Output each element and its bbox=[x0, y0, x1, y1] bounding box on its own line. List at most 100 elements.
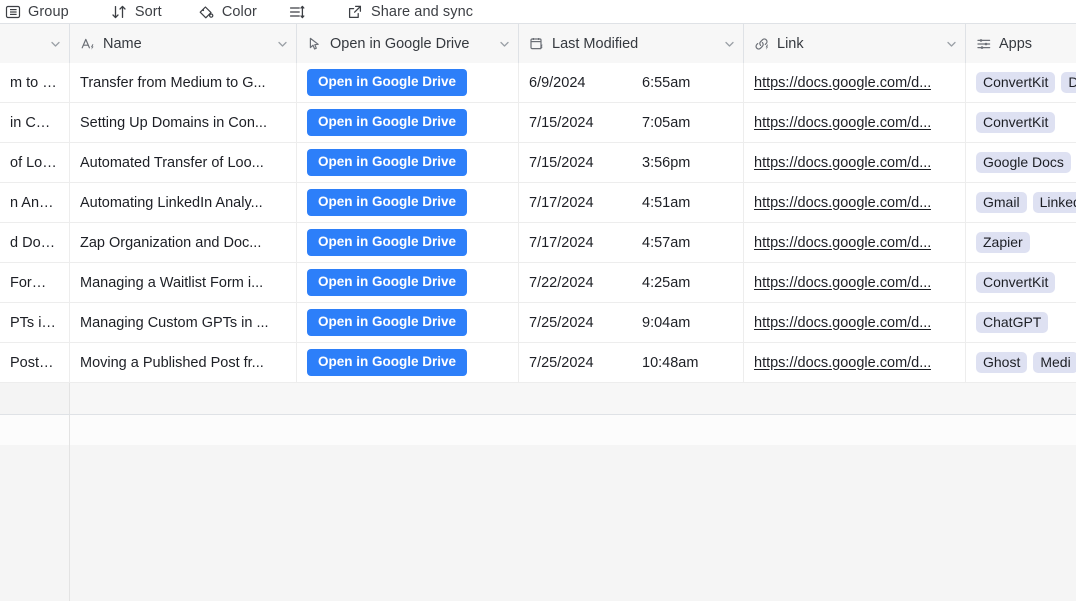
cell-name[interactable]: Setting Up Domains in Con... bbox=[70, 103, 297, 142]
link-anchor[interactable]: https://docs.google.com/d... bbox=[754, 275, 931, 291]
cell-apps[interactable]: ConvertKit bbox=[966, 263, 1076, 302]
cell-link[interactable]: https://docs.google.com/d... bbox=[744, 183, 966, 222]
table-row[interactable]: n Analy...Automating LinkedIn Analy... Op… bbox=[0, 183, 1076, 223]
app-tag[interactable]: Google Docs bbox=[976, 152, 1071, 173]
link-anchor[interactable]: https://docs.google.com/d... bbox=[754, 75, 931, 91]
open-in-google-drive-button[interactable]: Open in Google Drive bbox=[307, 229, 467, 256]
cell-link[interactable]: https://docs.google.com/d... bbox=[744, 343, 966, 382]
cell-open-in-google-drive[interactable]: Open in Google Drive bbox=[297, 263, 519, 302]
app-tag[interactable]: ConvertKit bbox=[976, 72, 1055, 93]
cell-name[interactable]: Automated Transfer of Loo... bbox=[70, 143, 297, 182]
column-header-open-in-google-drive[interactable]: Open in Google Drive bbox=[297, 24, 519, 63]
app-tag[interactable]: ChatGPT bbox=[976, 312, 1048, 333]
cell-last-modified-time[interactable]: 6:55am bbox=[632, 63, 744, 102]
cell-open-in-google-drive[interactable]: Open in Google Drive bbox=[297, 223, 519, 262]
cell-name[interactable]: Managing a Waitlist Form i... bbox=[70, 263, 297, 302]
link-anchor[interactable]: https://docs.google.com/d... bbox=[754, 155, 931, 171]
column-header-link[interactable]: Link bbox=[744, 24, 966, 63]
app-tag[interactable]: Zapier bbox=[976, 232, 1030, 253]
table-row[interactable]: PTs in ...Managing Custom GPTs in ... Ope… bbox=[0, 303, 1076, 343]
row-truncated-cell[interactable]: n Analy... bbox=[0, 183, 70, 222]
cell-apps[interactable]: ChatGPT bbox=[966, 303, 1076, 342]
cell-apps[interactable]: Google Docs bbox=[966, 143, 1076, 182]
cell-apps[interactable]: Ghost Medi bbox=[966, 343, 1076, 382]
cell-last-modified-time[interactable]: 4:51am bbox=[632, 183, 744, 222]
cell-link[interactable]: https://docs.google.com/d... bbox=[744, 303, 966, 342]
toolbar-sort-button[interactable]: Sort bbox=[107, 0, 170, 23]
cell-open-in-google-drive[interactable]: Open in Google Drive bbox=[297, 103, 519, 142]
cell-last-modified-date[interactable]: 6/9/2024 bbox=[519, 63, 632, 102]
cell-name[interactable]: Automating LinkedIn Analy... bbox=[70, 183, 297, 222]
cell-last-modified-time[interactable]: 10:48am bbox=[632, 343, 744, 382]
row-truncated-cell[interactable]: of Loo... bbox=[0, 143, 70, 182]
cell-open-in-google-drive[interactable]: Open in Google Drive bbox=[297, 143, 519, 182]
cell-apps[interactable]: Zapier bbox=[966, 223, 1076, 262]
cell-open-in-google-drive[interactable]: Open in Google Drive bbox=[297, 63, 519, 102]
app-tag[interactable]: Gmail bbox=[976, 192, 1027, 213]
chevron-down-icon[interactable] bbox=[945, 37, 958, 50]
cell-last-modified-time[interactable]: 7:05am bbox=[632, 103, 744, 142]
cell-link[interactable]: https://docs.google.com/d... bbox=[744, 223, 966, 262]
toolbar-share-and-sync-button[interactable]: Share and sync bbox=[343, 0, 481, 23]
chevron-down-icon[interactable] bbox=[723, 37, 736, 50]
toolbar-color-button[interactable]: Color bbox=[194, 0, 265, 23]
cell-apps[interactable]: ConvertKit bbox=[966, 103, 1076, 142]
link-anchor[interactable]: https://docs.google.com/d... bbox=[754, 195, 931, 211]
toolbar-row-height-button[interactable] bbox=[285, 0, 321, 23]
cell-apps[interactable]: ConvertKit D bbox=[966, 63, 1076, 102]
table-row[interactable]: in Con...Setting Up Domains in Con...Ope… bbox=[0, 103, 1076, 143]
add-record-row[interactable] bbox=[0, 383, 1076, 415]
row-truncated-cell[interactable]: Form i... bbox=[0, 263, 70, 302]
column-header-last-modified[interactable]: Last Modified bbox=[519, 24, 744, 63]
cell-last-modified-date[interactable]: 7/25/2024 bbox=[519, 303, 632, 342]
app-tag[interactable]: D bbox=[1061, 72, 1076, 93]
cell-link[interactable]: https://docs.google.com/d... bbox=[744, 63, 966, 102]
cell-name[interactable]: Managing Custom GPTs in ... bbox=[70, 303, 297, 342]
cell-last-modified-date[interactable]: 7/15/2024 bbox=[519, 143, 632, 182]
cell-open-in-google-drive[interactable]: Open in Google Drive bbox=[297, 343, 519, 382]
open-in-google-drive-button[interactable]: Open in Google Drive bbox=[307, 69, 467, 96]
chevron-down-icon[interactable] bbox=[498, 37, 511, 50]
cell-link[interactable]: https://docs.google.com/d... bbox=[744, 143, 966, 182]
table-row[interactable]: of Loo...Automated Transfer of Loo...Ope… bbox=[0, 143, 1076, 183]
app-tag[interactable]: Ghost bbox=[976, 352, 1027, 373]
cell-last-modified-time[interactable]: 9:04am bbox=[632, 303, 744, 342]
cell-name[interactable]: Zap Organization and Doc... bbox=[70, 223, 297, 262]
open-in-google-drive-button[interactable]: Open in Google Drive bbox=[307, 349, 467, 376]
cell-apps[interactable]: Gmail Linked bbox=[966, 183, 1076, 222]
cell-last-modified-time[interactable]: 4:57am bbox=[632, 223, 744, 262]
app-tag[interactable]: ConvertKit bbox=[976, 112, 1055, 133]
cell-last-modified-date[interactable]: 7/17/2024 bbox=[519, 183, 632, 222]
chevron-down-icon[interactable] bbox=[49, 37, 62, 50]
link-anchor[interactable]: https://docs.google.com/d... bbox=[754, 355, 931, 371]
open-in-google-drive-button[interactable]: Open in Google Drive bbox=[307, 269, 467, 296]
row-truncated-cell[interactable]: m to G... bbox=[0, 63, 70, 102]
app-tag[interactable]: Medi bbox=[1033, 352, 1076, 373]
column-header-row-number[interactable] bbox=[0, 24, 70, 63]
chevron-down-icon[interactable] bbox=[276, 37, 289, 50]
app-tag[interactable]: ConvertKit bbox=[976, 272, 1055, 293]
cell-open-in-google-drive[interactable]: Open in Google Drive bbox=[297, 183, 519, 222]
cell-link[interactable]: https://docs.google.com/d... bbox=[744, 103, 966, 142]
cell-link[interactable]: https://docs.google.com/d... bbox=[744, 263, 966, 302]
cell-last-modified-date[interactable]: 7/22/2024 bbox=[519, 263, 632, 302]
cell-last-modified-time[interactable]: 3:56pm bbox=[632, 143, 744, 182]
link-anchor[interactable]: https://docs.google.com/d... bbox=[754, 115, 931, 131]
toolbar-group-button[interactable]: Group bbox=[0, 0, 77, 23]
row-truncated-cell[interactable]: in Con... bbox=[0, 103, 70, 142]
open-in-google-drive-button[interactable]: Open in Google Drive bbox=[307, 309, 467, 336]
cell-last-modified-date[interactable]: 7/25/2024 bbox=[519, 343, 632, 382]
table-row[interactable]: m to G...Transfer from Medium to G... Ope… bbox=[0, 63, 1076, 103]
row-truncated-cell[interactable]: PTs in ... bbox=[0, 303, 70, 342]
table-row[interactable]: Post fr...Moving a Published Post fr...O… bbox=[0, 343, 1076, 383]
column-header-apps[interactable]: Apps bbox=[966, 24, 1076, 63]
column-header-name[interactable]: Name bbox=[70, 24, 297, 63]
row-truncated-cell[interactable]: d Doc... bbox=[0, 223, 70, 262]
cell-name[interactable]: Transfer from Medium to G... bbox=[70, 63, 297, 102]
table-row[interactable]: d Doc...Zap Organization and Doc... Open … bbox=[0, 223, 1076, 263]
open-in-google-drive-button[interactable]: Open in Google Drive bbox=[307, 189, 467, 216]
app-tag[interactable]: Linked bbox=[1033, 192, 1076, 213]
cell-last-modified-time[interactable]: 4:25am bbox=[632, 263, 744, 302]
cell-last-modified-date[interactable]: 7/15/2024 bbox=[519, 103, 632, 142]
link-anchor[interactable]: https://docs.google.com/d... bbox=[754, 315, 931, 331]
